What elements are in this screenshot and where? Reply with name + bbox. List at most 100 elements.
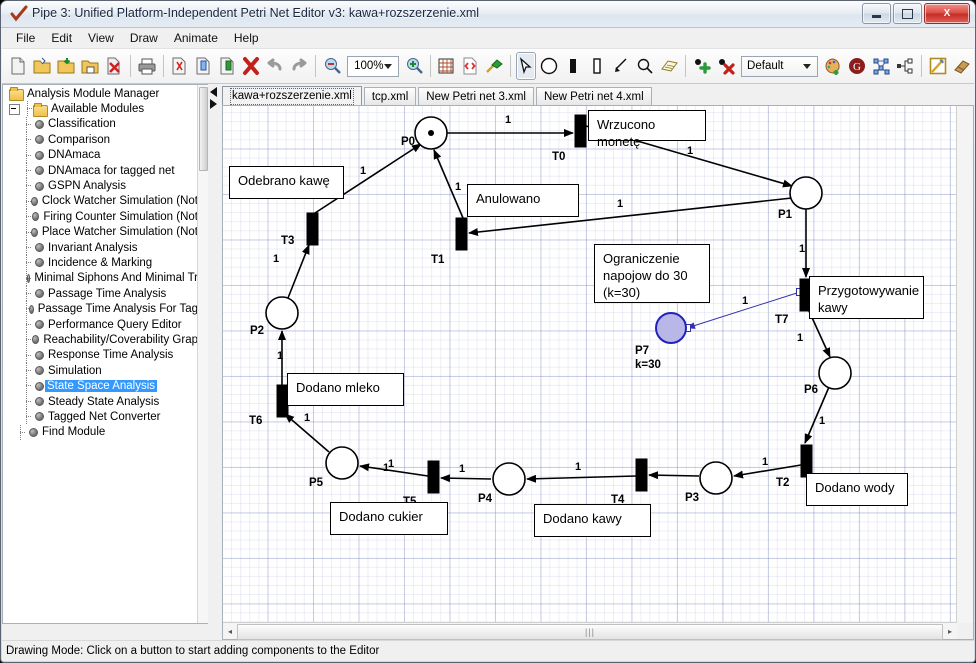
toggle-grid-button[interactable] <box>435 52 457 80</box>
new-file-button[interactable] <box>7 52 29 80</box>
place-P1[interactable] <box>789 176 823 210</box>
undo-button[interactable] <box>264 52 286 80</box>
maximize-button[interactable] <box>893 3 922 24</box>
annotation-box[interactable]: Dodano kawy <box>534 504 651 537</box>
collapse-left-arrow-icon[interactable] <box>210 87 217 97</box>
place-tool-button[interactable] <box>538 52 560 80</box>
sidebar-scroll-thumb[interactable] <box>199 87 208 171</box>
graph-button[interactable] <box>870 52 892 80</box>
menu-file[interactable]: File <box>8 29 43 47</box>
zoom-out-button[interactable] <box>321 52 343 80</box>
type-combobox[interactable]: Default <box>741 55 819 77</box>
place-P2[interactable] <box>265 296 299 330</box>
collapse-expander-icon[interactable] <box>9 103 20 115</box>
sidebar-item-module[interactable]: DNAmaca for tagged net <box>3 162 198 179</box>
split-pane-divider[interactable] <box>208 84 222 624</box>
timed-transition-tool-button[interactable] <box>586 52 608 80</box>
rate-parameter-button[interactable] <box>822 52 844 80</box>
sidebar-item-module[interactable]: Tagged Net Converter <box>3 409 198 425</box>
place-P6[interactable] <box>818 356 852 390</box>
scroll-left-button[interactable]: ◂ <box>223 624 237 638</box>
place-P5[interactable] <box>325 446 359 480</box>
tab-new-petri-net-3[interactable]: New Petri net 3.xml <box>418 87 534 106</box>
sidebar-item-module[interactable]: Incidence & Marking <box>3 255 198 272</box>
annotation-tool-button[interactable] <box>658 52 680 80</box>
annotation-box[interactable]: Ograniczenie napojow do 30 (k=30) <box>594 244 710 303</box>
arc-tool-button[interactable] <box>610 52 632 80</box>
delete-button[interactable] <box>240 52 262 80</box>
sidebar-item-module[interactable]: Minimal Siphons And Minimal Tr <box>3 270 198 287</box>
immediate-transition-tool-button[interactable] <box>562 52 584 80</box>
place-P7[interactable] <box>655 312 687 344</box>
animate-mode-button[interactable] <box>927 52 949 80</box>
hscroll-thumb[interactable]: ||| <box>237 624 943 640</box>
sidebar-item-module[interactable]: Comparison <box>3 132 198 148</box>
hscroll-track[interactable]: ||| <box>237 624 943 640</box>
transition-T0[interactable] <box>574 114 587 148</box>
tree-root-analysis-module-manager[interactable]: Analysis Module Manager <box>3 86 198 102</box>
sidebar-item-module[interactable]: Steady State Analysis <box>3 393 198 410</box>
menu-draw[interactable]: Draw <box>122 29 166 47</box>
sidebar-item-module[interactable]: Reachability/Coverability Grap <box>3 332 198 349</box>
annotation-box[interactable]: Wrzucono monetę <box>588 110 706 149</box>
close-file-button[interactable] <box>103 52 125 80</box>
sidebar-item-module[interactable]: Clock Watcher Simulation (Not <box>3 193 198 210</box>
menu-edit[interactable]: Edit <box>43 29 80 47</box>
transition-T1[interactable] <box>455 217 468 251</box>
annotation-box[interactable]: Anulowano <box>467 184 579 217</box>
arc-P3-T4[interactable] <box>648 471 700 480</box>
expand-right-arrow-icon[interactable] <box>210 99 217 109</box>
print-button[interactable] <box>136 52 158 80</box>
annotation-box[interactable]: Odebrano kawę <box>229 166 344 199</box>
toggle-tokens-button[interactable] <box>483 52 505 80</box>
menu-help[interactable]: Help <box>226 29 267 47</box>
add-token-button[interactable] <box>691 52 713 80</box>
arc-T4-P4[interactable] <box>526 474 637 483</box>
transition-T5[interactable] <box>427 460 440 494</box>
sidebar-item-module[interactable]: State Space Analysis <box>3 378 198 395</box>
petri-net-canvas[interactable]: 11111111111111111T0T1T2T3T4T5T6T7P0P1P2P… <box>223 106 957 623</box>
save-file-button[interactable] <box>55 52 77 80</box>
transition-T4[interactable] <box>635 458 648 492</box>
annotation-box[interactable]: Dodano mleko <box>287 373 404 406</box>
zoom-in-button[interactable] <box>403 52 425 80</box>
select-tool-button[interactable] <box>515 52 537 80</box>
menu-animate[interactable]: Animate <box>166 29 226 47</box>
sidebar-item-module[interactable]: Response Time Analysis <box>3 347 198 364</box>
sidebar-vertical-scrollbar[interactable] <box>197 85 208 623</box>
sidebar-item-module[interactable]: Classification <box>3 116 198 133</box>
zoom-combobox[interactable]: 100% <box>347 55 399 77</box>
place-P4[interactable] <box>492 462 526 496</box>
menu-view[interactable]: View <box>80 29 122 47</box>
sidebar-item-module[interactable]: Invariant Analysis <box>3 239 198 256</box>
sidebar-item-module[interactable]: Place Watcher Simulation (Not <box>3 224 198 241</box>
group-button[interactable]: G <box>846 52 868 80</box>
arc-P2-T3[interactable] <box>287 244 310 299</box>
arc-P4-T5[interactable] <box>440 474 492 483</box>
place-P3[interactable] <box>699 461 733 495</box>
sidebar-item-module[interactable]: Firing Counter Simulation (Not <box>3 209 198 225</box>
toggle-arc-button[interactable] <box>459 52 481 80</box>
canvas-horizontal-scrollbar[interactable]: ◂ ||| ▸ <box>223 622 957 640</box>
draw-mode-button[interactable] <box>951 52 973 80</box>
close-button[interactable]: X <box>924 3 970 24</box>
tree-button[interactable] <box>894 52 916 80</box>
scroll-right-button[interactable]: ▸ <box>943 624 957 638</box>
sidebar-item-module[interactable]: Simulation <box>3 363 198 379</box>
open-file-button[interactable] <box>31 52 53 80</box>
delete-token-button[interactable] <box>715 52 737 80</box>
tab-tcp[interactable]: tcp.xml <box>363 87 417 106</box>
transition-T3[interactable] <box>306 212 319 246</box>
annotation-box[interactable]: Przygotowywanie kawy <box>809 276 924 319</box>
copy-button[interactable] <box>192 52 214 80</box>
tab-new-petri-net-4[interactable]: New Petri net 4.xml <box>535 87 652 106</box>
sidebar-item-module[interactable]: GSPN Analysis <box>3 178 198 195</box>
sidebar-item-module[interactable]: Performance Query Editor <box>3 316 198 333</box>
minimize-button[interactable] <box>862 3 891 24</box>
annotation-box[interactable]: Dodano cukier <box>330 502 448 535</box>
annotation-box[interactable]: Dodano wody <box>806 473 908 506</box>
cut-button[interactable] <box>168 52 190 80</box>
sidebar-item-find-module[interactable]: Find Module <box>3 424 198 441</box>
inhibitor-arc-tool-button[interactable] <box>634 52 656 80</box>
sidebar-item-module[interactable]: DNAmaca <box>3 147 198 164</box>
